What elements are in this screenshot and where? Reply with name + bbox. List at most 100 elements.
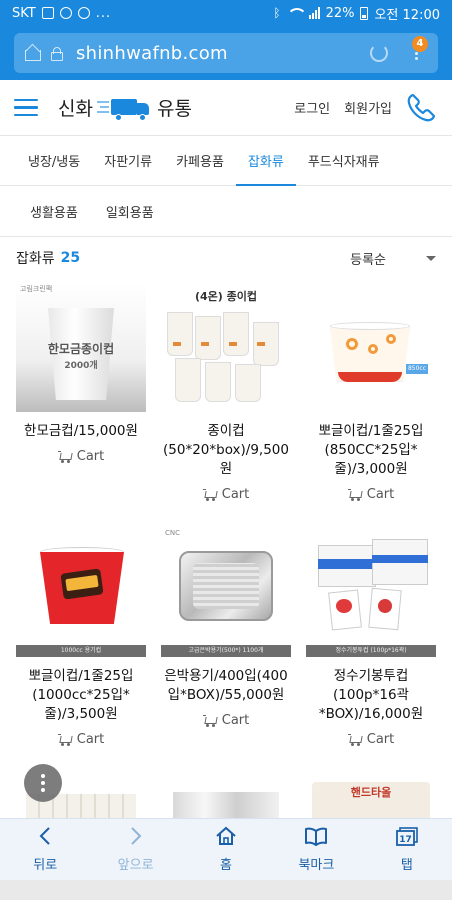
add-to-cart-button[interactable]: Cart bbox=[57, 449, 104, 464]
more-notifications: ... bbox=[95, 5, 112, 21]
thumb-size-tag: 850cc bbox=[406, 364, 428, 374]
messenger-notification-icon bbox=[59, 7, 72, 19]
bookmarks-button[interactable]: 북마크 bbox=[271, 819, 361, 880]
category-tab-food[interactable]: 푸드식자재류 bbox=[296, 136, 392, 185]
list-header: 잡화류 25 등록순 bbox=[0, 238, 452, 278]
product-name[interactable]: 뽀글이컵/1줄25입(1000cc*25입*줄)/3,500원 bbox=[15, 667, 147, 724]
product-thumbnail[interactable]: 핸드타올 bbox=[306, 770, 436, 818]
product-thumbnail[interactable]: 850cc bbox=[306, 282, 436, 412]
product-card[interactable] bbox=[160, 770, 292, 818]
browser-bottom-nav: 뒤로 앞으로 홈 북마크 17 탭 bbox=[0, 818, 452, 880]
product-thumbnail[interactable] bbox=[161, 770, 291, 818]
login-link[interactable]: 로그인 bbox=[294, 98, 330, 117]
cart-icon bbox=[202, 488, 217, 501]
product-count: 25 bbox=[60, 250, 81, 266]
url-text[interactable]: shinhwafnb.com bbox=[76, 43, 370, 64]
chevron-left-icon bbox=[39, 827, 50, 845]
add-to-cart-button[interactable]: Cart bbox=[347, 487, 394, 502]
thumb-caption: 1000cc 용기컵 bbox=[16, 645, 146, 657]
system-navigation-bar bbox=[0, 880, 452, 900]
thumb-brand: 고림크린팩 bbox=[20, 285, 53, 293]
home-icon[interactable] bbox=[24, 45, 41, 61]
category-menu: 냉장/냉동 자판기류 카페용품 잡화류 푸드식자재류 bbox=[0, 136, 452, 186]
browser-toolbar: shinhwafnb.com 4 bbox=[0, 26, 452, 80]
product-thumbnail[interactable]: (4온) 종이컵 bbox=[161, 282, 291, 412]
add-to-cart-button[interactable]: Cart bbox=[202, 713, 249, 728]
product-card[interactable]: 핸드타올 bbox=[305, 770, 437, 818]
thumb-title: (4온) 종이컵 bbox=[194, 290, 258, 303]
product-name[interactable]: 정수기봉투컵(100p*16곽*BOX)/16,000원 bbox=[305, 667, 437, 724]
product-card[interactable]: (4온) 종이컵 종이컵(50*20*box)/9,500원 Cart bbox=[160, 282, 292, 505]
signal-icon bbox=[308, 7, 320, 19]
product-thumbnail[interactable]: 고림크린팩 한모금종이컵 2000개 bbox=[16, 282, 146, 412]
tab-count: 17 bbox=[399, 835, 412, 845]
home-icon bbox=[216, 826, 236, 845]
category-tab-vending[interactable]: 자판기류 bbox=[92, 136, 164, 185]
thumb-caption: 정수기봉투컵 (100p*16곽) bbox=[306, 645, 436, 657]
thumb-brand: CNC bbox=[165, 529, 181, 537]
floating-more-button[interactable] bbox=[24, 764, 62, 802]
site-logo[interactable]: 신화 유통 bbox=[58, 94, 192, 121]
cart-icon bbox=[57, 450, 72, 463]
product-thumbnail[interactable]: 정수기봉투컵 (100p*16곽) bbox=[306, 527, 436, 657]
battery-icon bbox=[360, 6, 369, 20]
thumb-subtitle: 2000개 bbox=[64, 361, 98, 371]
browser-menu-button[interactable]: 4 bbox=[406, 36, 428, 64]
bluetooth-icon: ᛒ bbox=[273, 6, 281, 20]
cart-icon bbox=[202, 714, 217, 727]
back-button[interactable]: 뒤로 bbox=[0, 819, 90, 880]
product-thumbnail[interactable]: 1000cc 용기컵 bbox=[16, 527, 146, 657]
product-card[interactable]: 정수기봉투컵 (100p*16곽) 정수기봉투컵(100p*16곽*BOX)/1… bbox=[305, 527, 437, 750]
address-bar[interactable]: shinhwafnb.com 4 bbox=[14, 33, 438, 73]
cart-icon bbox=[57, 733, 72, 746]
clock: 오전 12:00 bbox=[374, 7, 440, 23]
thumb-title: 한모금종이컵 bbox=[47, 342, 115, 356]
wifi-icon bbox=[286, 7, 307, 19]
notification-badge: 4 bbox=[412, 36, 428, 52]
tabs-button[interactable]: 17 탭 bbox=[362, 819, 452, 880]
logo-text-left: 신화 bbox=[58, 98, 93, 120]
phone-icon[interactable] bbox=[404, 91, 438, 125]
site-header: 신화 유통 로그인 회원가입 bbox=[0, 80, 452, 136]
chevron-right-icon bbox=[130, 827, 142, 845]
sub-category-menu: 생활용품 일회용품 bbox=[0, 187, 452, 237]
carrier-label: SKT bbox=[12, 5, 36, 21]
subcategory-living[interactable]: 생활용품 bbox=[30, 202, 78, 221]
sort-value: 등록순 bbox=[350, 252, 386, 268]
product-card[interactable]: CNC 고급은박용기(500*) 1100개 은박용기/400입(400입*BO… bbox=[160, 527, 292, 731]
status-bar: SKT ... ᛒ 22% 오전 12:00 bbox=[0, 0, 452, 26]
logo-text-right: 유통 bbox=[156, 98, 192, 120]
product-name[interactable]: 뽀글이컵/1줄25입(850CC*25입*줄)/3,000원 bbox=[305, 422, 437, 479]
lock-icon bbox=[50, 47, 63, 61]
chevron-down-icon bbox=[426, 255, 436, 261]
add-to-cart-button[interactable]: Cart bbox=[57, 732, 104, 747]
category-tab-misc[interactable]: 잡화류 bbox=[235, 136, 296, 186]
list-category-title: 잡화류 bbox=[16, 251, 55, 267]
product-name[interactable]: 종이컵(50*20*box)/9,500원 bbox=[160, 422, 292, 479]
product-card[interactable]: 고림크린팩 한모금종이컵 2000개 한모금컵/15,000원 Cart bbox=[15, 282, 147, 467]
cart-icon bbox=[347, 488, 362, 501]
book-icon bbox=[305, 827, 328, 846]
product-name[interactable]: 한모금컵/15,000원 bbox=[15, 422, 147, 441]
home-button[interactable]: 홈 bbox=[181, 819, 271, 880]
tabs-icon: 17 bbox=[395, 827, 418, 846]
product-name[interactable]: 은박용기/400입(400입*BOX)/55,000원 bbox=[160, 667, 292, 705]
category-tab-cafe[interactable]: 카페용품 bbox=[164, 136, 236, 185]
thumb-title: 핸드타올 bbox=[350, 786, 392, 799]
add-to-cart-button[interactable]: Cart bbox=[347, 732, 394, 747]
battery-percent: 22% bbox=[325, 5, 355, 21]
product-card[interactable]: 850cc 뽀글이컵/1줄25입(850CC*25입*줄)/3,000원 Car… bbox=[305, 282, 437, 505]
add-to-cart-button[interactable]: Cart bbox=[202, 487, 249, 502]
reload-icon[interactable] bbox=[370, 44, 388, 62]
sort-select[interactable]: 등록순 bbox=[350, 249, 436, 268]
product-card[interactable]: 1000cc 용기컵 뽀글이컵/1줄25입(1000cc*25입*줄)/3,50… bbox=[15, 527, 147, 750]
forward-button[interactable]: 앞으로 bbox=[90, 819, 180, 880]
category-tab-frozen[interactable]: 냉장/냉동 bbox=[16, 136, 92, 185]
signup-link[interactable]: 회원가입 bbox=[344, 98, 392, 117]
hamburger-menu-icon[interactable] bbox=[14, 98, 38, 117]
thumb-caption: 고급은박용기(500*) 1100개 bbox=[161, 645, 291, 657]
truck-icon bbox=[96, 95, 153, 121]
subcategory-disposable[interactable]: 일회용품 bbox=[106, 202, 154, 221]
product-thumbnail[interactable]: CNC 고급은박용기(500*) 1100개 bbox=[161, 527, 291, 657]
cart-icon bbox=[347, 733, 362, 746]
